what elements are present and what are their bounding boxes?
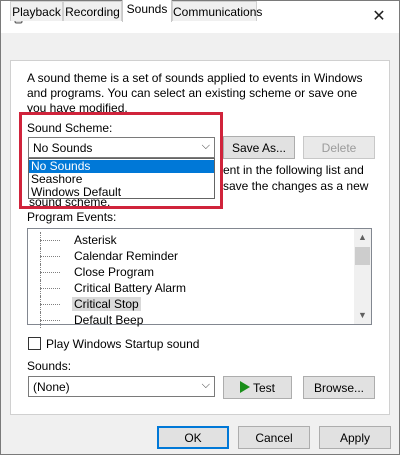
scroll-thumb[interactable] — [355, 247, 370, 265]
close-icon: ✕ — [372, 8, 386, 25]
description-text: A sound theme is a set of sounds applied… — [27, 71, 363, 115]
list-item[interactable]: Critical Battery Alarm — [28, 280, 354, 296]
test-button[interactable]: Test — [223, 376, 292, 399]
sound-scheme-value: No Sounds — [33, 141, 93, 155]
close-button[interactable]: ✕ — [367, 5, 391, 29]
list-item[interactable]: Calendar Reminder — [28, 248, 354, 264]
play-icon — [239, 381, 250, 393]
tab-sounds[interactable]: Sounds — [122, 0, 172, 22]
list-item[interactable]: Asterisk — [28, 232, 354, 248]
tab-playback[interactable]: Playback — [10, 1, 63, 21]
program-events-list[interactable]: Asterisk Calendar Reminder Close Program… — [27, 228, 372, 328]
sound-scheme-dropdown: No Sounds Seashore Windows Default — [28, 158, 215, 199]
cancel-button[interactable]: Cancel — [238, 426, 310, 449]
ok-button[interactable]: OK — [157, 426, 229, 449]
partial-text-1: ent in the following list and — [223, 163, 364, 177]
partial-text-2: save the changes as a new — [223, 179, 369, 193]
tab-recording[interactable]: Recording — [63, 1, 122, 21]
sound-select[interactable]: (None) ⌵ — [28, 376, 215, 397]
sound-scheme-select[interactable]: No Sounds ⌵ — [28, 137, 215, 158]
sound-dialog: Sound ✕ Playback Recording Sounds Commun… — [0, 0, 400, 455]
list-item[interactable]: Close Program — [28, 264, 354, 280]
scroll-up-icon[interactable]: ▲ — [354, 229, 371, 246]
save-as-button[interactable]: Save As... — [223, 136, 295, 159]
delete-button: Delete — [303, 136, 375, 159]
scheme-option-windows-default[interactable]: Windows Default — [29, 186, 214, 199]
events-scrollbar[interactable]: ▲ ▼ — [354, 229, 371, 324]
sound-value: (None) — [33, 380, 70, 394]
tab-communications[interactable]: Communications — [172, 1, 262, 21]
scroll-down-icon[interactable]: ▼ — [354, 307, 371, 324]
program-events-label: Program Events: — [27, 210, 117, 224]
startup-sound-checkbox[interactable] — [28, 337, 41, 350]
chevron-down-icon: ⌵ — [201, 140, 210, 152]
chevron-down-icon: ⌵ — [201, 379, 210, 391]
apply-button[interactable]: Apply — [319, 426, 391, 449]
startup-sound-label: Play Windows Startup sound — [46, 337, 200, 351]
sounds-label: Sounds: — [27, 359, 72, 373]
sound-scheme-label: Sound Scheme: — [27, 121, 113, 135]
browse-button[interactable]: Browse... — [303, 376, 375, 399]
list-item-selected[interactable]: Critical Stop — [28, 296, 354, 312]
list-item[interactable]: Default Beep — [28, 312, 354, 328]
